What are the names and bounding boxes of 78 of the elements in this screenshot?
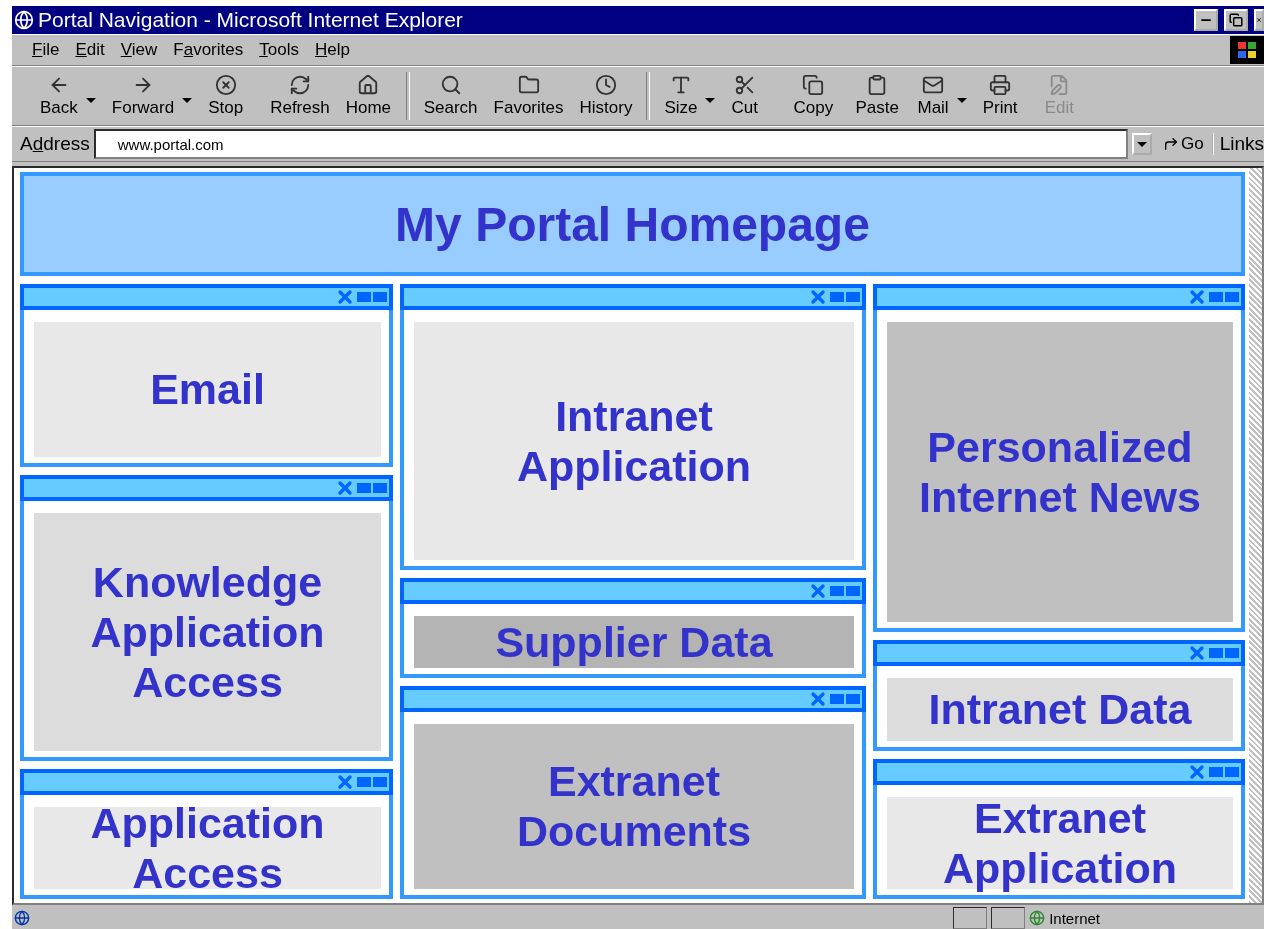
menu-item[interactable]: File [26,40,66,60]
caret-icon [705,98,716,103]
caret-icon [956,98,967,103]
minimize-icon[interactable] [830,693,844,704]
maximize-icon[interactable] [1225,767,1239,778]
toolbar-button[interactable]: Cut [723,74,786,118]
mail-icon [922,74,945,96]
folder-icon [517,74,540,96]
scrollbar[interactable] [1249,168,1262,903]
links-label[interactable]: Links [1211,133,1264,155]
minimize-icon[interactable] [357,777,371,788]
toolbar-button[interactable]: Print [974,74,1037,118]
minimize-icon[interactable] [1209,767,1223,778]
toolbar-button[interactable]: Search [415,74,486,118]
status-panel [991,907,1026,929]
maximize-icon[interactable] [846,586,860,597]
minimize-icon[interactable] [1209,647,1223,658]
toolbar-button[interactable]: Favorites [485,74,572,118]
globe-icon [1029,910,1046,926]
address-label: Address [20,133,90,155]
refresh-icon [288,74,311,96]
address-field[interactable]: www.portal.com [93,129,1128,159]
clock-icon [594,74,617,96]
toolbar-button[interactable]: Stop [200,74,263,118]
close-button[interactable] [1254,9,1264,31]
menu-item[interactable]: Edit [69,40,111,60]
menu-item[interactable]: View [114,40,164,60]
dropdown-button[interactable] [1131,133,1152,155]
portlet-content: Extranet Documents [414,723,854,889]
menu-item[interactable]: Help [308,40,356,60]
minimize-icon[interactable] [830,586,844,597]
portlet-content: Intranet Application [414,322,854,561]
page-icon [14,910,30,926]
minimize-button[interactable] [1194,9,1218,31]
toolbar-button[interactable]: Back [32,74,104,118]
toolbar-button[interactable]: Refresh [262,74,338,118]
portlet-content: Email [34,322,381,457]
portlet-content: Personalized Internet News [887,322,1233,622]
toolbar-button[interactable]: Forward [103,74,201,118]
portlet-content: Intranet Data [887,677,1233,742]
restore-button[interactable] [1224,9,1248,31]
maximize-icon[interactable] [1225,647,1239,658]
maximize-icon[interactable] [373,482,387,493]
copy-icon [802,74,825,96]
search-icon [439,74,462,96]
browser-logo-icon [14,10,34,30]
close-icon[interactable] [335,287,355,307]
close-icon[interactable] [808,287,828,307]
minimize-icon[interactable] [357,482,371,493]
scissors-icon [733,74,756,96]
portlet-content: Knowledge Application Access [34,512,381,752]
toolbar-button[interactable]: Size [656,74,724,118]
go-button[interactable]: Go [1158,134,1208,154]
close-icon [1256,15,1262,25]
toolbar-button[interactable]: Copy [785,74,848,118]
caret-icon [182,98,193,103]
caret-icon [85,98,96,103]
toolbar-button[interactable]: Paste [847,74,910,118]
maximize-icon[interactable] [846,693,860,704]
toolbar-button[interactable]: History [571,74,641,118]
maximize-icon[interactable] [373,777,387,788]
window-title: Portal Navigation - Microsoft Internet Explorer [38,8,464,32]
toolbar-button[interactable]: Mail [909,74,975,118]
close-icon[interactable] [1187,287,1207,307]
toolbar-button[interactable]: Home [337,74,400,118]
zone-label: Internet [1029,909,1100,927]
printer-icon [989,74,1012,96]
windows-logo-icon [1230,36,1264,64]
portal-header: My Portal Homepage [20,172,1245,276]
portlet-content: Application Access [34,807,381,889]
status-panel [953,907,988,929]
menu-item[interactable]: Tools [253,40,305,60]
home-icon [357,74,380,96]
restore-icon [1229,13,1243,27]
portlet-content: Supplier Data [414,616,854,668]
menu-item[interactable]: Favorites [167,40,250,60]
go-arrow-icon [1162,136,1179,152]
stop-icon [214,74,237,96]
